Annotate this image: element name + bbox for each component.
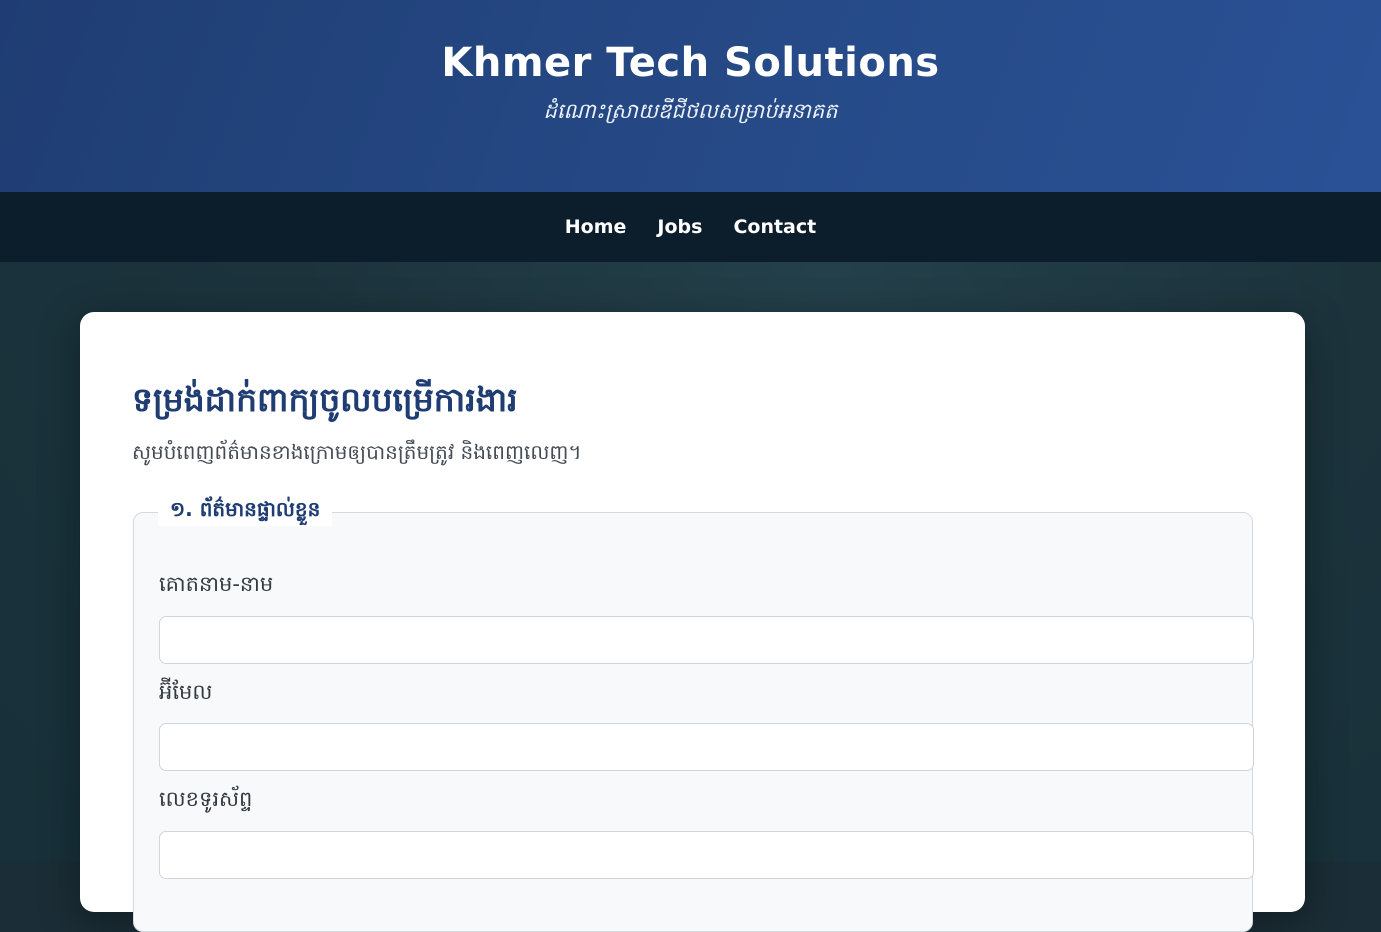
nav-link-contact[interactable]: Contact	[733, 216, 816, 238]
site-title: Khmer Tech Solutions	[441, 40, 940, 86]
personal-info-legend: ១. ព័ត៌មានផ្ទាល់ខ្លួន	[158, 496, 333, 526]
main-nav: Home Jobs Contact	[0, 192, 1381, 262]
email-label: អ៊ីមែល	[159, 680, 213, 704]
phone-input[interactable]	[159, 831, 1254, 879]
site-header: Khmer Tech Solutions ដំណោះស្រាយឌីជីថលសម្…	[0, 0, 1381, 192]
nav-link-home[interactable]: Home	[565, 216, 627, 238]
full-name-input[interactable]	[159, 616, 1254, 664]
nav-link-jobs[interactable]: Jobs	[657, 216, 702, 238]
personal-info-fieldset: ១. ព័ត៌មានផ្ទាល់ខ្លួន គោតនាម-នាម អ៊ីមែល …	[133, 496, 1254, 932]
email-input[interactable]	[159, 723, 1254, 771]
form-title: ទម្រង់ដាក់ពាក្យចូលបម្រើការងារ	[132, 380, 518, 419]
site-tagline: ដំណោះស្រាយឌីជីថលសម្រាប់អនាគត	[543, 99, 838, 123]
phone-label: លេខទូរស័ព្ទ	[159, 787, 253, 811]
full-name-label: គោតនាម-នាម	[159, 572, 274, 596]
form-subtitle: សូមបំពេញព័ត៌មានខាងក្រោមឲ្យបានត្រឹមត្រូវ …	[132, 440, 582, 464]
application-form-card: ទម្រង់ដាក់ពាក្យចូលបម្រើការងារ សូមបំពេញព័…	[80, 312, 1305, 932]
